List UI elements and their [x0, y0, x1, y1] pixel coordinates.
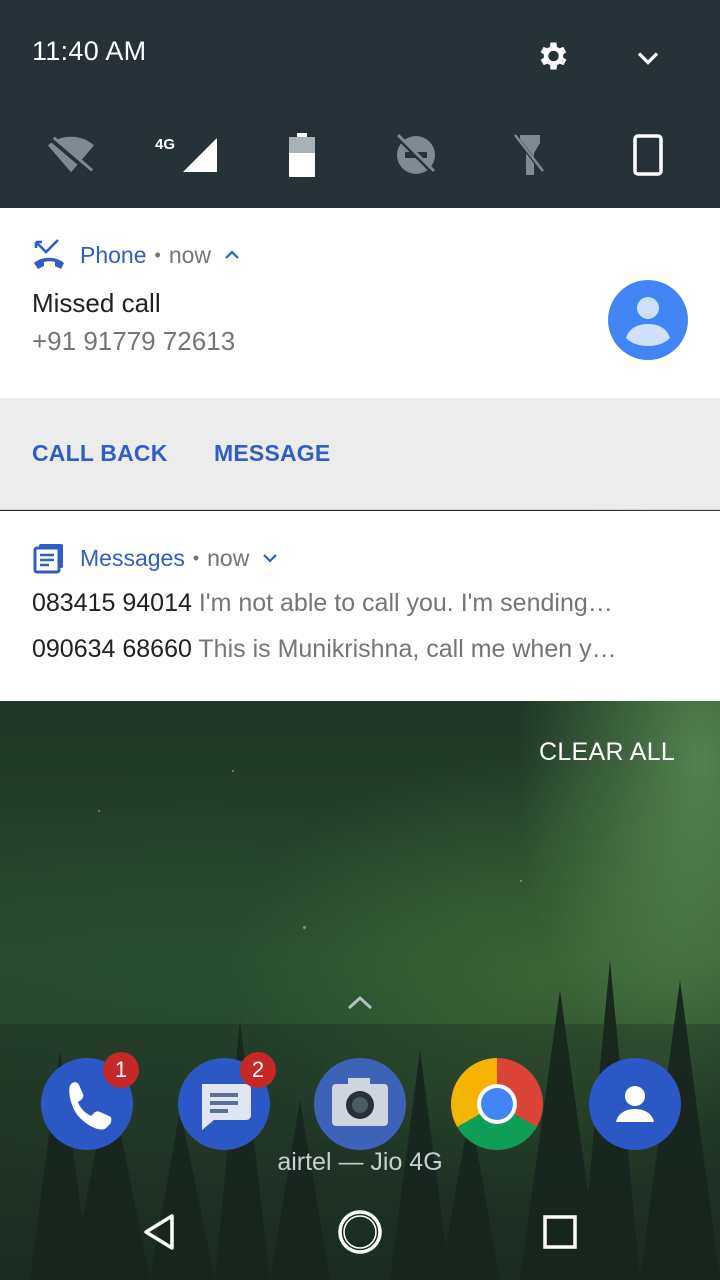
star-dot [303, 926, 306, 929]
phone-icon[interactable]: 1 [41, 1052, 139, 1150]
expand-chevron-icon[interactable] [630, 40, 666, 76]
messages-notification[interactable]: Messages • now 083415 94014 I'm not able… [0, 511, 720, 701]
star-dot [232, 770, 234, 772]
navigation-bar [0, 1182, 720, 1280]
home-icon[interactable] [332, 1204, 388, 1260]
recents-icon[interactable] [532, 1204, 588, 1260]
notification-header: Phone • now [32, 238, 241, 272]
expand-chevron-icon[interactable] [261, 549, 279, 567]
notification-title: Missed call [32, 288, 161, 318]
quick-settings-panel: 11:40 AM 4G [0, 0, 720, 208]
messages-icon[interactable]: 2 [178, 1052, 276, 1150]
message-line: 090634 68660 This is Munikrishna, call m… [32, 635, 692, 664]
timestamp: now [207, 544, 250, 571]
screen-rotation-portrait-icon[interactable] [623, 130, 673, 180]
flashlight-off-icon[interactable] [505, 130, 555, 180]
camera-icon[interactable] [314, 1058, 406, 1150]
message-button[interactable]: MESSAGE [214, 440, 330, 467]
missed-call-notification[interactable]: Phone • now Missed call +91 91779 72613 [0, 208, 720, 398]
separator-dot: • [154, 244, 161, 265]
caller-number: +91 91779 72613 [32, 326, 236, 356]
messages-app-icon [32, 541, 66, 575]
phone-badge: 1 [103, 1052, 139, 1088]
app-drawer-up-arrow-icon[interactable] [344, 990, 376, 1014]
app-name: Messages [80, 544, 185, 571]
call-back-button[interactable]: CALL BACK [32, 440, 168, 467]
back-icon[interactable] [132, 1204, 188, 1260]
contact-avatar-icon [608, 280, 688, 360]
network-type-label: 4G [155, 136, 176, 153]
star-dot [98, 810, 100, 812]
missed-call-icon [32, 238, 66, 272]
clear-all-button[interactable]: CLEAR ALL [539, 738, 675, 767]
message-sender: 083415 94014 [32, 589, 192, 617]
wifi-off-icon[interactable] [46, 130, 96, 180]
contacts-icon[interactable] [589, 1058, 681, 1150]
do-not-disturb-off-icon[interactable] [391, 130, 441, 180]
message-preview: This is Munikrishna, call me when y… [198, 635, 617, 663]
status-clock: 11:40 AM [32, 36, 147, 66]
separator-dot: • [192, 547, 200, 568]
notification-actions: CALL BACK MESSAGE [0, 398, 720, 510]
battery-icon[interactable] [277, 130, 327, 180]
message-sender: 090634 68660 [32, 635, 192, 663]
carrier-label: airtel — Jio 4G [277, 1148, 443, 1176]
messages-badge: 2 [240, 1052, 276, 1088]
message-preview: I'm not able to call you. I'm sending… [198, 589, 613, 617]
message-line: 083415 94014 I'm not able to call you. I… [32, 589, 692, 618]
notification-header: Messages • now [32, 541, 279, 575]
star-dot [520, 880, 522, 882]
settings-gear-icon[interactable] [534, 38, 570, 74]
cellular-4g-icon[interactable]: 4G [155, 130, 219, 180]
timestamp: now [168, 241, 212, 268]
chrome-icon[interactable] [451, 1058, 543, 1150]
collapse-chevron-icon[interactable] [223, 246, 241, 264]
app-name: Phone [80, 241, 147, 268]
